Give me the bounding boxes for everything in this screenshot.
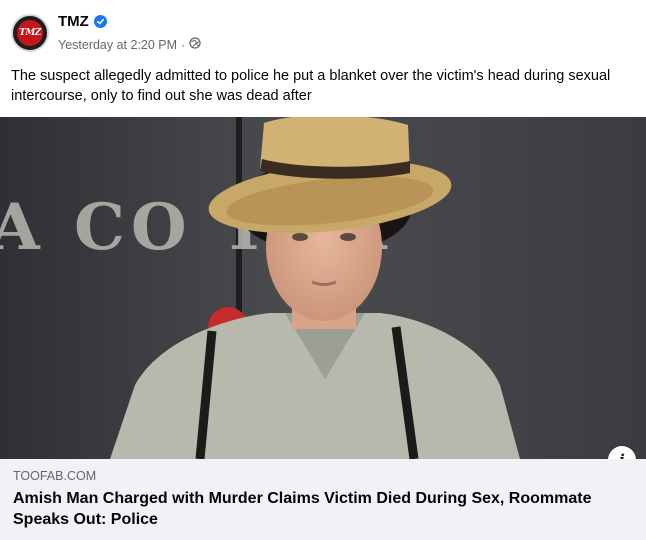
post-caption: The suspect allegedly admitted to police… — [11, 68, 611, 104]
page-name-link[interactable]: TMZ — [58, 13, 89, 30]
link-preview-footer[interactable]: TOOFAB.COM Amish Man Charged with Murder… — [0, 459, 646, 540]
page-avatar[interactable]: TMZ — [11, 14, 49, 52]
facebook-post: TMZ TMZ Yesterday at 2:20 PM · The suspe… — [0, 0, 646, 540]
globe-icon[interactable] — [189, 37, 201, 52]
meta-separator: · — [181, 37, 186, 52]
link-domain: TOOFAB.COM — [13, 469, 97, 483]
tmz-logo: TMZ — [17, 20, 43, 46]
post-meta: Yesterday at 2:20 PM · — [58, 37, 201, 52]
link-headline[interactable]: Amish Man Charged with Murder Claims Vic… — [13, 488, 633, 530]
post-timestamp[interactable]: Yesterday at 2:20 PM — [58, 38, 177, 52]
tmz-logo-text: TMZ — [19, 28, 41, 38]
page-name-row: TMZ — [58, 13, 107, 30]
verified-badge-icon — [93, 15, 107, 28]
link-preview-image[interactable]: A CO Y JA — [0, 117, 646, 459]
